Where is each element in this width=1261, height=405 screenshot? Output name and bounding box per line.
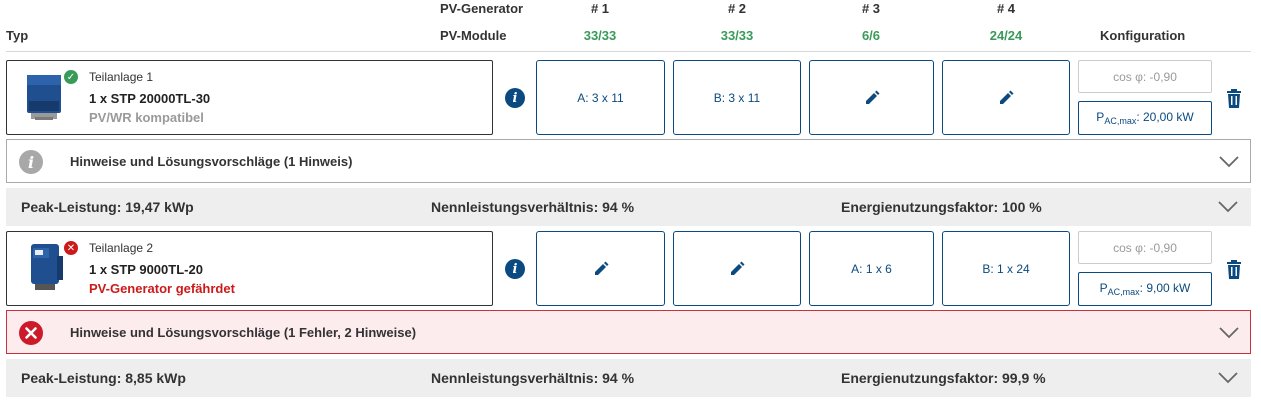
inverter-image (31, 244, 63, 290)
pencil-icon (1000, 90, 1014, 104)
hints-text: Hinweise und Lösungsvorschläge (1 Hinwei… (70, 154, 353, 169)
generator-4-config[interactable]: B: 1 x 24 (942, 231, 1070, 306)
error-icon: ✕ (64, 241, 78, 255)
generator-3-modules: 6/6 (861, 28, 881, 43)
error-circle-icon (19, 321, 43, 345)
trash-icon[interactable] (1226, 260, 1242, 279)
pencil-icon (594, 261, 608, 275)
generator-3-edit[interactable] (809, 60, 934, 135)
energy-usage-factor: Energienutzungsfaktor: 99,9 % (841, 370, 1046, 386)
generator-1-label: # 1 (590, 1, 610, 16)
column-header-typ: Typ (6, 28, 29, 43)
chevron-down-icon[interactable] (1218, 372, 1238, 384)
generator-2-label: # 2 (727, 1, 747, 16)
unit-subtitle: Teilanlage 1 (89, 70, 154, 84)
nominal-power-ratio: Nennleistungsverhältnis: 94 % (431, 199, 635, 215)
chevron-down-icon[interactable] (1218, 201, 1238, 213)
column-header-pv-generator: PV-Generator (440, 1, 524, 16)
pac-max-field[interactable]: PAC,max: 20,00 kW (1078, 101, 1212, 135)
generator-4-modules: 24/24 (989, 28, 1023, 43)
hints-row-unit-1[interactable]: i Hinweise und Lösungsvorschläge (1 Hinw… (6, 139, 1251, 183)
unit-subtitle: Teilanlage 2 (89, 241, 154, 255)
generator-1-modules: 33/33 (583, 28, 617, 43)
generator-config-text: A: 1 x 6 (851, 261, 892, 276)
svg-text:i: i (28, 153, 34, 172)
summary-row-unit-2: Peak-Leistung: 8,85 kWp Nennleistungsver… (6, 359, 1251, 397)
unit-device-name: 1 x STP 9000TL-20 (89, 262, 203, 277)
generator-config-text: A: 3 x 11 (577, 90, 624, 105)
generator-2-config[interactable]: B: 3 x 11 (673, 60, 801, 135)
summary-row-unit-1: Peak-Leistung: 19,47 kWp Nennleistungsve… (6, 188, 1251, 226)
generator-config-text: B: 1 x 24 (982, 261, 1030, 276)
cos-phi-field[interactable]: cos φ: -0,90 (1078, 60, 1212, 93)
chevron-down-icon[interactable] (1219, 327, 1239, 339)
info-icon[interactable]: i (505, 88, 525, 108)
generator-2-edit[interactable] (673, 231, 801, 306)
generator-config-text: B: 3 x 11 (713, 90, 761, 105)
generator-4-label: # 4 (996, 1, 1016, 16)
header-divider (6, 51, 1251, 52)
peak-power: Peak-Leistung: 8,85 kWp (21, 370, 186, 386)
hints-text: Hinweise und Lösungsvorschläge (1 Fehler… (70, 325, 417, 340)
hints-row-unit-2[interactable]: Hinweise und Lösungsvorschläge (1 Fehler… (6, 310, 1251, 354)
pac-max-value: PAC,max: 9,00 kW (1099, 281, 1191, 297)
pencil-icon (865, 90, 879, 104)
generator-2-modules: 33/33 (720, 28, 754, 43)
check-icon: ✓ (64, 70, 78, 84)
column-header-pv-module: PV-Module (440, 28, 507, 43)
pencil-icon (731, 261, 745, 275)
device-card-unit-2[interactable]: ✕ Teilanlage 2 1 x STP 9000TL-20 PV-Gene… (6, 231, 493, 306)
cos-phi-field[interactable]: cos φ: -0,90 (1078, 231, 1212, 264)
nominal-power-ratio: Nennleistungsverhältnis: 94 % (431, 370, 635, 386)
generator-3-label: # 3 (861, 1, 881, 16)
cos-phi-value: cos φ: -0,90 (1113, 240, 1177, 255)
info-circle-icon: i (19, 150, 43, 174)
peak-power: Peak-Leistung: 19,47 kWp (21, 199, 194, 215)
generator-1-config[interactable]: A: 3 x 11 (536, 60, 665, 135)
generator-1-edit[interactable] (536, 231, 665, 306)
column-header-konfiguration: Konfiguration (1100, 28, 1186, 43)
pac-max-field[interactable]: PAC,max: 9,00 kW (1078, 272, 1212, 306)
unit-status: PV-Generator gefährdet (89, 281, 235, 296)
trash-icon[interactable] (1226, 89, 1242, 108)
generator-3-config[interactable]: A: 1 x 6 (809, 231, 934, 306)
device-card-unit-1[interactable]: ✓ Teilanlage 1 1 x STP 20000TL-30 PV/WR … (6, 60, 493, 135)
unit-status: PV/WR kompatibel (89, 110, 204, 125)
energy-usage-factor: Energienutzungsfaktor: 100 % (841, 199, 1042, 215)
inverter-image (27, 75, 61, 120)
info-icon[interactable]: i (505, 259, 525, 279)
generator-4-edit[interactable] (942, 60, 1070, 135)
chevron-down-icon[interactable] (1219, 156, 1239, 168)
unit-device-name: 1 x STP 20000TL-30 (89, 91, 211, 106)
pac-max-value: PAC,max: 20,00 kW (1096, 110, 1194, 126)
cos-phi-value: cos φ: -0,90 (1113, 69, 1177, 84)
